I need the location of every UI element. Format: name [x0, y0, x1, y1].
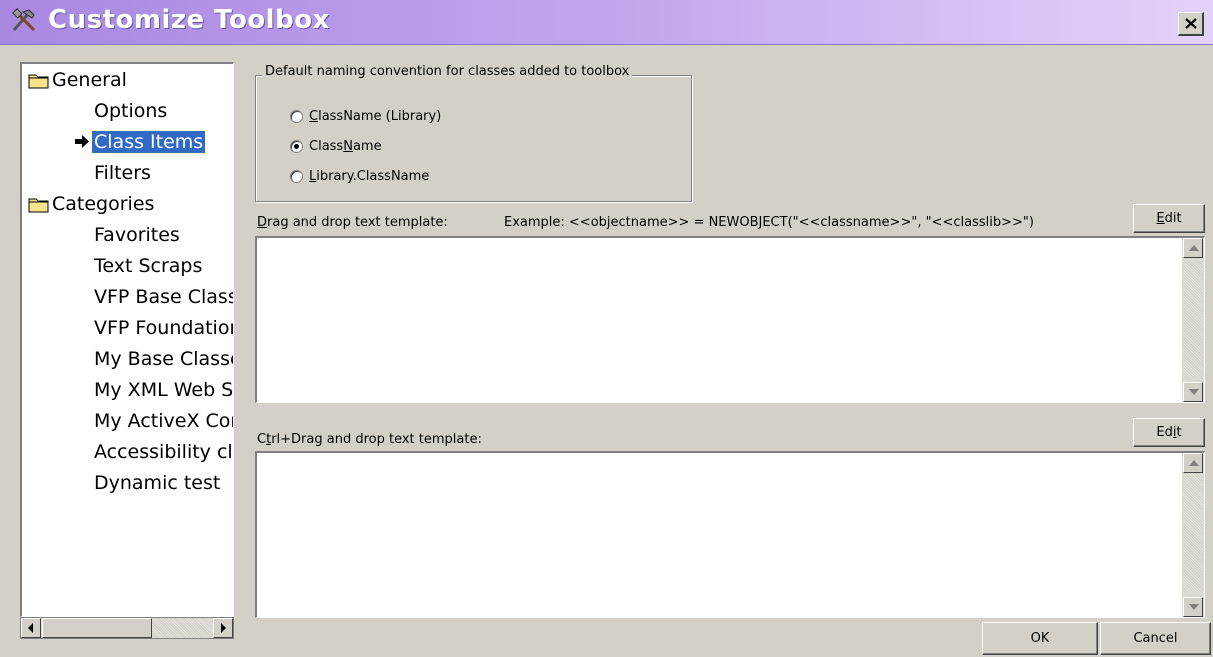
radio-button[interactable] [290, 170, 303, 183]
drag-template-example: Example: <<objectname>> = NEWOBJECT("<<c… [504, 215, 1034, 230]
tree-item-my-activex-controls[interactable]: My ActiveX Con [94, 407, 234, 435]
tree-item-label: My ActiveX Con [94, 410, 234, 432]
arrow-right-icon [221, 623, 226, 633]
radio-button[interactable] [290, 140, 303, 153]
edit-ctrl-drag-template-button[interactable]: Edit [1133, 418, 1205, 447]
scroll-up-button[interactable] [1183, 453, 1203, 473]
scroll-up-button[interactable] [1183, 238, 1203, 258]
arrow-left-icon [28, 623, 33, 633]
arrow-right-icon [75, 135, 89, 148]
tree-item-my-base-classes[interactable]: My Base Classes [94, 345, 233, 373]
window-title: Customize Toolbox [48, 5, 330, 35]
edit-drag-template-button[interactable]: Edit [1133, 204, 1205, 233]
drag-template-label: Drag and drop text template: [257, 215, 448, 230]
scroll-thumb[interactable] [42, 618, 152, 638]
radio-label: ClassName (Library) [309, 109, 442, 124]
tree-item-label: Class Items [90, 130, 207, 154]
scroll-right-button[interactable] [213, 618, 233, 638]
tree-item-label: Filters [94, 162, 151, 184]
ctrl-drag-template-textarea[interactable] [255, 451, 1205, 618]
radio-label: Library.ClassName [309, 169, 430, 184]
ok-button[interactable]: OK [982, 622, 1098, 655]
tree-item-label: General [52, 69, 127, 91]
tree-item-class-items[interactable]: Class Items [75, 128, 207, 156]
tree-item-filters[interactable]: Filters [94, 159, 151, 187]
close-button[interactable] [1178, 12, 1204, 36]
tree-item-label: Dynamic test [94, 472, 221, 494]
radio-label: ClassName [309, 139, 382, 154]
tree-item-label: Options [94, 100, 168, 122]
tree-item-vfp-base-classes[interactable]: VFP Base Classe [94, 283, 234, 311]
arrow-up-icon [1189, 460, 1199, 466]
tree-horizontal-scrollbar[interactable] [20, 617, 234, 639]
arrow-down-icon [1189, 389, 1199, 395]
tree-item-my-xml-web-services[interactable]: My XML Web Se [94, 376, 234, 404]
tree-item-options[interactable]: Options [94, 97, 167, 125]
ctrl-drag-template-label: Ctrl+Drag and drop text template: [257, 432, 482, 447]
tree-item-text-scraps[interactable]: Text Scraps [94, 252, 202, 280]
scroll-down-button[interactable] [1183, 382, 1203, 402]
tree-item-label: VFP Foundation [94, 317, 234, 339]
tree-item-label: Text Scraps [94, 255, 203, 277]
arrow-up-icon [1189, 245, 1199, 251]
tree-item-label: My XML Web Se [94, 379, 234, 401]
tools-icon [12, 8, 36, 32]
tree-item-label: Favorites [94, 224, 180, 246]
tree-item-favorites[interactable]: Favorites [94, 221, 180, 249]
tree-item-label: My Base Classes [94, 348, 233, 370]
folder-icon [28, 198, 49, 213]
naming-convention-legend: Default naming convention for classes ad… [262, 64, 633, 79]
arrow-down-icon [1189, 604, 1199, 610]
folder-icon [28, 74, 49, 89]
tree-item-accessibility-classes[interactable]: Accessibility clas [94, 438, 233, 466]
drag-template-scrollbar[interactable] [1182, 238, 1204, 402]
tree-item-vfp-foundation[interactable]: VFP Foundation [94, 314, 234, 342]
category-tree[interactable]: General Options Class Items Filters Cate… [20, 62, 234, 617]
tree-item-label: VFP Base Classe [94, 286, 234, 308]
cancel-button[interactable]: Cancel [1100, 622, 1211, 655]
scroll-down-button[interactable] [1183, 597, 1203, 617]
tree-item-dynamic-test[interactable]: Dynamic test [94, 469, 220, 497]
radio-button[interactable] [290, 110, 303, 123]
scroll-left-button[interactable] [21, 618, 41, 638]
drag-template-textarea[interactable] [255, 236, 1205, 403]
tree-item-label: Accessibility clas [94, 441, 233, 463]
tree-item-label: Categories [52, 193, 155, 215]
ctrl-drag-template-scrollbar[interactable] [1182, 453, 1204, 617]
title-bar: Customize Toolbox [0, 0, 1213, 45]
close-icon [1185, 18, 1197, 29]
